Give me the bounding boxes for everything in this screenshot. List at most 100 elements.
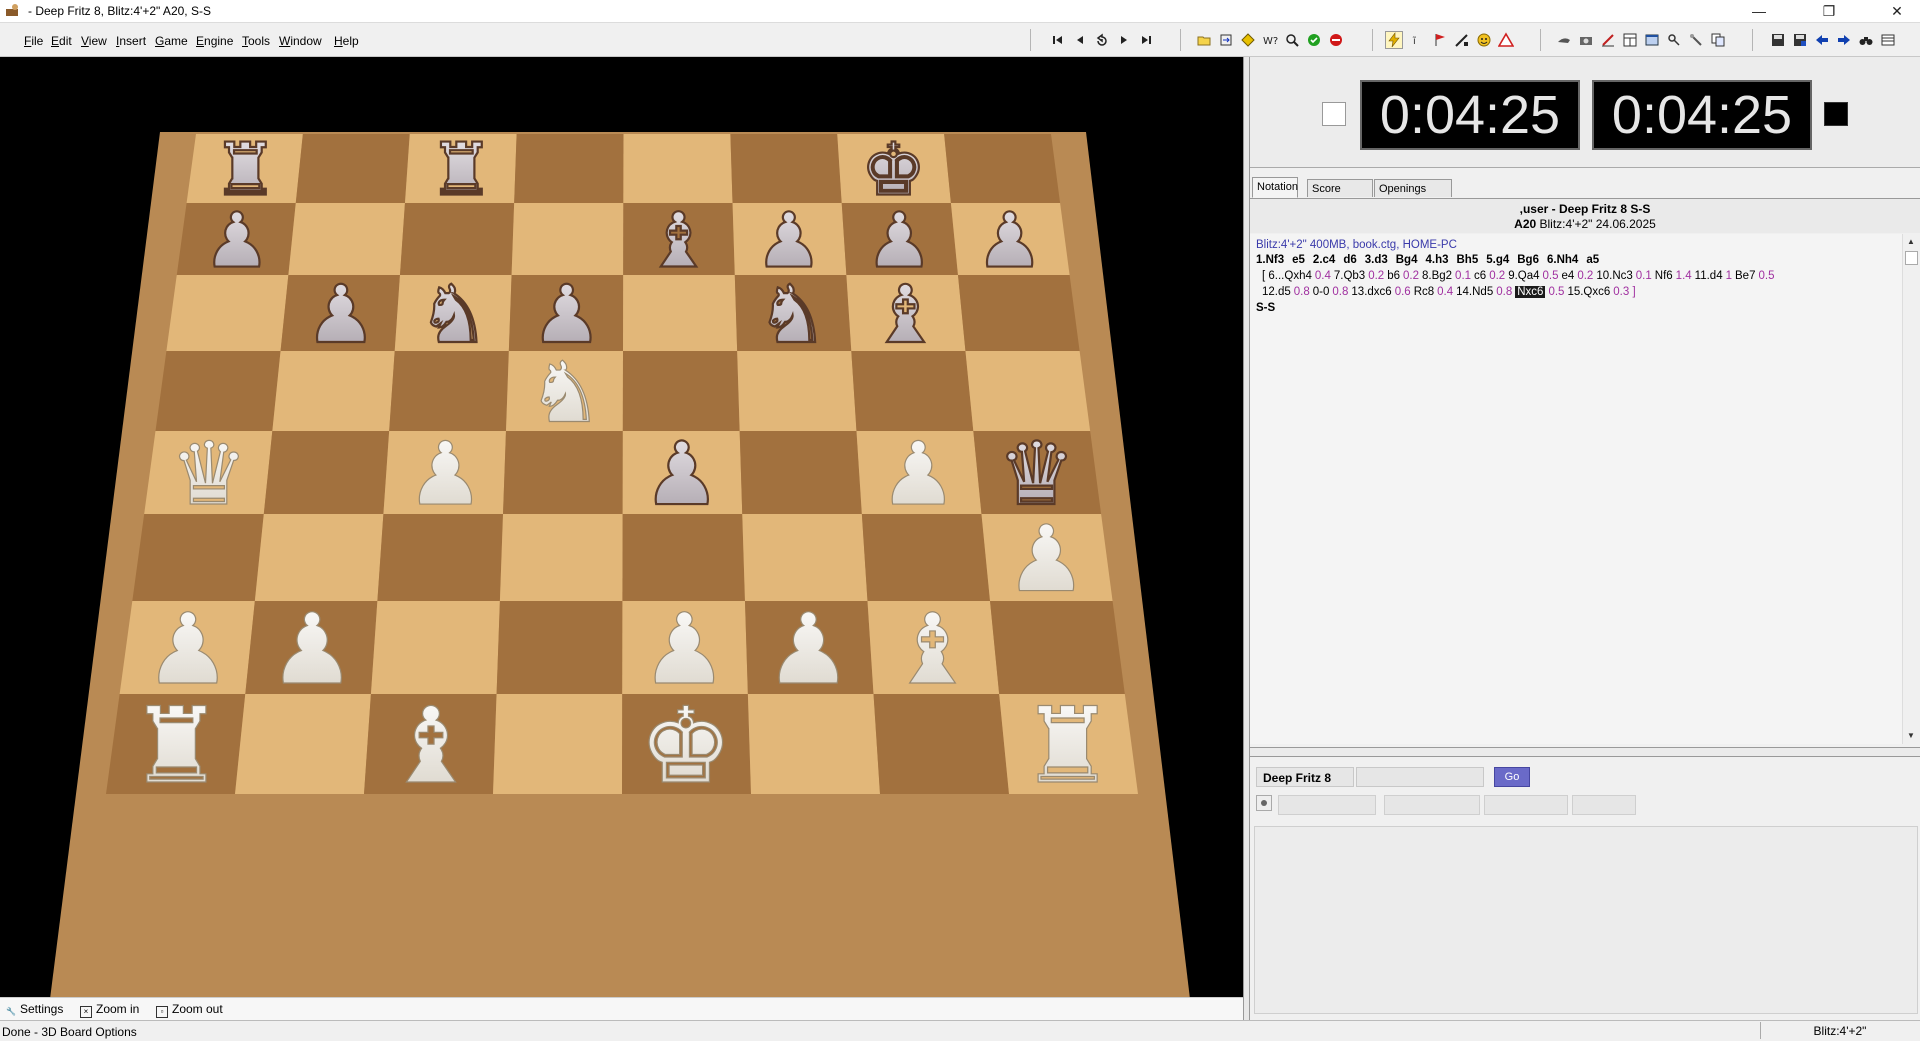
pen-icon[interactable] [1600, 32, 1616, 48]
restore-button[interactable]: ❐ [1806, 0, 1852, 22]
engine-name[interactable]: Deep Fritz 8 [1256, 767, 1354, 787]
black-pawn-icon[interactable]: ♟ [202, 195, 272, 285]
flag-icon[interactable] [1432, 32, 1448, 48]
variation-move[interactable]: Nxc6 [1515, 286, 1546, 298]
last-move-icon[interactable] [1138, 32, 1154, 48]
square-e8[interactable] [623, 134, 733, 203]
search-icon[interactable] [1284, 32, 1300, 48]
notation-move[interactable]: 1.Nf3 [1256, 254, 1284, 266]
square-e6[interactable] [623, 275, 738, 351]
menu-help[interactable]: Help [334, 34, 359, 48]
square-c5[interactable] [389, 351, 509, 431]
next-move-icon[interactable] [1116, 32, 1132, 48]
notation-move[interactable]: Bg6 [1517, 254, 1539, 266]
menu-tools[interactable]: Tools [242, 34, 270, 48]
variation-move[interactable]: 13.dxc6 [1351, 286, 1391, 298]
square-g1[interactable] [873, 694, 1009, 794]
square-b3[interactable] [254, 514, 384, 601]
close-button[interactable]: ✕ [1874, 0, 1920, 22]
notation-pane[interactable]: Blitz:4'+2" 400MB, book.ctg, HOME-PC 1.N… [1250, 234, 1902, 744]
square-h8[interactable] [944, 134, 1061, 203]
variation-move[interactable]: Nf6 [1655, 270, 1673, 282]
square-f4[interactable] [739, 431, 862, 514]
variation-move[interactable]: [ 6...Qxh4 [1262, 270, 1312, 282]
take-back-icon[interactable] [1094, 32, 1110, 48]
forward-arrow-icon[interactable] [1836, 32, 1852, 48]
notation-scrollbar[interactable]: ▲ ▼ [1902, 234, 1920, 744]
square-b8[interactable] [295, 134, 410, 203]
notation-move[interactable]: Bh5 [1457, 254, 1479, 266]
square-b4[interactable] [263, 431, 390, 514]
tab-openings-book[interactable]: Openings Book [1374, 179, 1452, 213]
black-pawn-icon[interactable]: ♟ [304, 267, 378, 362]
white-queen-icon[interactable]: ♛ [169, 422, 248, 525]
variation-move[interactable]: 9.Qa4 [1508, 270, 1539, 282]
square-d4[interactable] [503, 431, 623, 514]
notation-move[interactable]: 2.c4 [1313, 254, 1335, 266]
tools-icon[interactable] [1688, 32, 1704, 48]
go-button[interactable]: Go [1494, 767, 1530, 787]
variation-move[interactable]: Rc8 [1414, 286, 1434, 298]
notation-move[interactable]: 6.Nh4 [1547, 254, 1578, 266]
hint-icon[interactable] [1240, 32, 1256, 48]
menu-window[interactable]: Window [279, 34, 322, 48]
white-pawn-icon[interactable]: ♟ [764, 592, 853, 707]
square-d7[interactable] [511, 203, 624, 275]
black-bishop-icon[interactable]: ♝ [868, 267, 942, 362]
variation-move[interactable]: 11.d4 [1695, 270, 1723, 282]
white-knight-icon[interactable]: ♞ [527, 343, 604, 442]
notation-move[interactable]: 4.h3 [1425, 254, 1448, 266]
warning-icon[interactable] [1497, 32, 1515, 48]
square-b1[interactable] [235, 694, 371, 794]
square-a6[interactable] [166, 275, 289, 351]
square-d2[interactable] [496, 601, 623, 694]
square-c3[interactable] [377, 514, 504, 601]
variation-move[interactable]: 14.Nd5 [1456, 286, 1493, 298]
notation-move[interactable]: a5 [1586, 254, 1599, 266]
square-f8[interactable] [730, 134, 842, 203]
menu-game[interactable]: Game [155, 34, 188, 48]
scroll-down-icon[interactable]: ▼ [1907, 731, 1915, 740]
white-rook-icon[interactable]: ♜ [129, 684, 224, 807]
layout-icon[interactable] [1622, 32, 1638, 48]
square-c7[interactable] [399, 203, 515, 275]
draw-icon[interactable] [1454, 32, 1470, 48]
horizontal-splitter[interactable] [1250, 747, 1920, 757]
square-g5[interactable] [851, 351, 974, 431]
zoom-out-button[interactable]: ▫ Zoom out [156, 1002, 223, 1018]
hand-icon[interactable] [1556, 32, 1572, 48]
first-move-icon[interactable] [1050, 32, 1066, 48]
white-pawn-icon[interactable]: ♟ [268, 592, 357, 707]
engine-status-led[interactable] [1256, 795, 1272, 811]
square-b7[interactable] [288, 203, 405, 275]
white-bishop-icon[interactable]: ♝ [383, 684, 478, 807]
tab-notation[interactable]: Notation [1252, 177, 1298, 198]
variation-move[interactable]: e4 [1562, 270, 1575, 282]
save-icon[interactable] [1770, 32, 1786, 48]
square-f5[interactable] [737, 351, 857, 431]
tab-score-sheet[interactable]: Score sheet [1307, 179, 1373, 213]
scroll-up-icon[interactable]: ▲ [1907, 237, 1915, 246]
menu-file[interactable]: File [24, 34, 43, 48]
square-e5[interactable] [622, 351, 740, 431]
square-g3[interactable] [861, 514, 991, 601]
blitz-icon[interactable] [1385, 31, 1403, 49]
engine-icon[interactable]: ĩ [1410, 32, 1426, 48]
variation-move[interactable]: 0-0 [1313, 286, 1330, 298]
variation-move[interactable]: 12.d5 [1262, 286, 1291, 298]
white-pawn-icon[interactable]: ♟ [879, 422, 958, 525]
variation-move[interactable]: 8.Bg2 [1422, 270, 1452, 282]
scroll-thumb[interactable] [1905, 251, 1918, 265]
notation-move[interactable]: Bg4 [1396, 254, 1418, 266]
square-f1[interactable] [747, 694, 880, 794]
white-pawn-icon[interactable]: ♟ [406, 422, 485, 525]
square-h2[interactable] [990, 601, 1125, 694]
menu-insert[interactable]: Insert [116, 34, 146, 48]
square-e3[interactable] [622, 514, 745, 601]
minimize-button[interactable]: — [1736, 0, 1782, 22]
vertical-splitter[interactable] [1243, 57, 1250, 1020]
key-icon[interactable] [1666, 32, 1682, 48]
window-icon[interactable] [1644, 32, 1660, 48]
black-knight-icon[interactable]: ♞ [417, 267, 491, 362]
previous-move-icon[interactable] [1072, 32, 1088, 48]
